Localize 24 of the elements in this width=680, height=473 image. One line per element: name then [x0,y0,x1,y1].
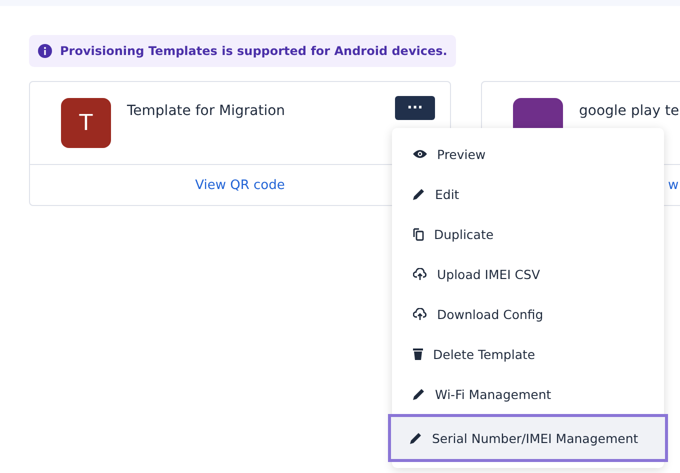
more-button[interactable]: ··· [395,96,435,120]
menu-item[interactable]: Download Config [392,294,664,334]
info-icon [38,44,52,58]
pencil-icon [413,188,425,200]
trash-icon [413,348,423,360]
template-title: Template for Migration [127,103,286,119]
banner-text: Provisioning Templates is supported for Android devices. [60,44,448,58]
copy-icon [413,228,424,240]
menu-item[interactable]: Duplicate [392,214,664,254]
pencil-icon [413,388,425,400]
menu-item[interactable]: Delete Template [392,334,664,374]
cloud-icon [413,268,427,280]
menu-item[interactable]: Edit [392,174,664,214]
pencil-icon [410,432,422,444]
view-qr-link[interactable]: w [668,178,679,192]
menu-item[interactable]: Preview [392,134,664,174]
menu-item[interactable]: Serial Number/IMEI Management [388,414,668,462]
template-title: google play te [579,103,680,119]
cloud-icon [413,308,427,320]
menu-item[interactable]: Upload IMEI CSV [392,254,664,294]
view-qr-link[interactable]: View QR code [195,178,285,192]
avatar: T [61,98,111,148]
eye-icon [413,149,427,159]
menu-item[interactable]: Wi-Fi Management [392,374,664,414]
